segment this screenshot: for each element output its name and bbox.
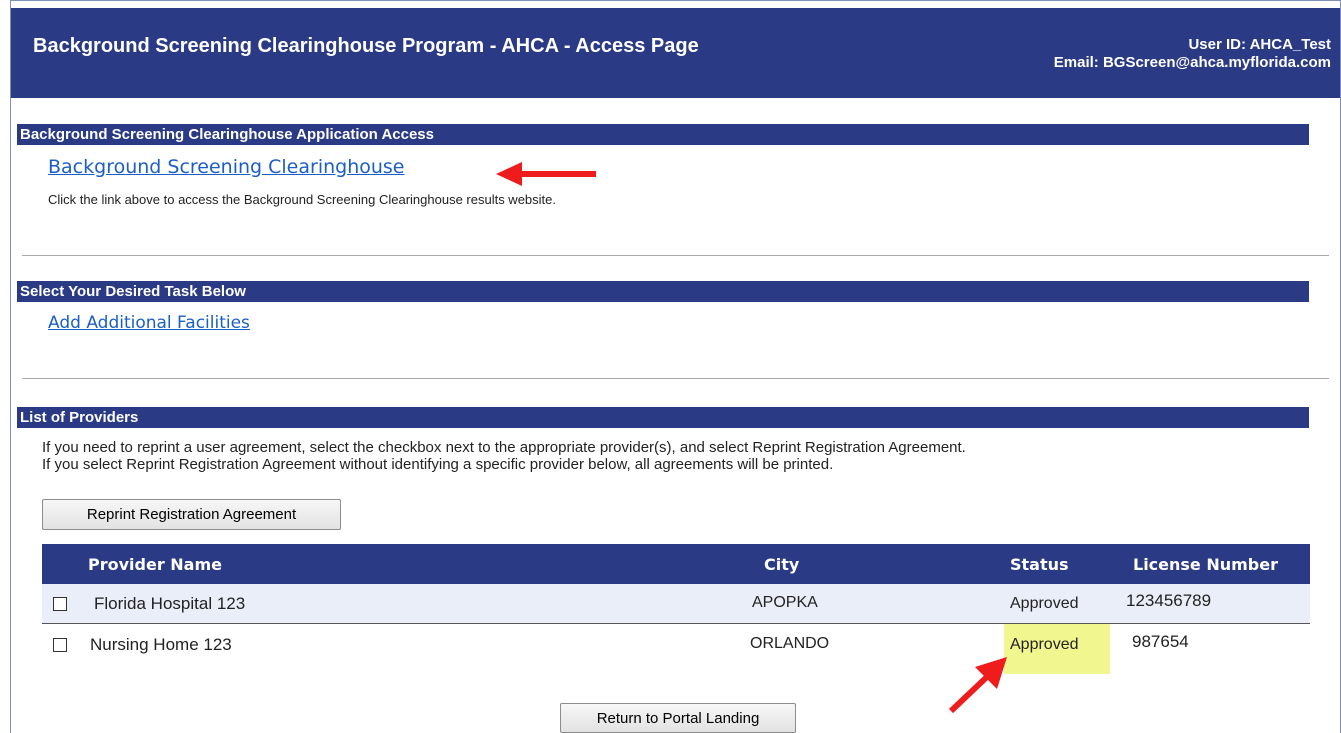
clearinghouse-link[interactable]: Background Screening Clearinghouse xyxy=(48,156,405,178)
provider-city: ORLANDO xyxy=(750,635,830,652)
column-header-city: City xyxy=(764,555,800,574)
table-row: Florida Hospital 123 APOPKA Approved 123… xyxy=(42,584,1310,624)
column-header-provider: Provider Name xyxy=(88,555,222,574)
provider-license: 987654 xyxy=(1132,632,1189,651)
access-section-heading: Background Screening Clearinghouse Appli… xyxy=(17,124,1309,145)
row-checkbox[interactable] xyxy=(53,638,67,652)
user-id: User ID: AHCA_Test xyxy=(1188,36,1331,53)
annotation-arrow-up-icon xyxy=(948,657,1007,714)
page-title: Background Screening Clearinghouse Progr… xyxy=(33,35,699,57)
provider-status: Approved xyxy=(1010,636,1079,653)
add-facilities-link[interactable]: Add Additional Facilities xyxy=(48,313,250,333)
provider-status: Approved xyxy=(1010,595,1079,612)
providers-section-heading: List of Providers xyxy=(17,407,1309,428)
annotation-arrow-left-icon xyxy=(496,162,596,186)
column-header-license: License Number xyxy=(1133,555,1278,574)
providers-table-header: Provider Name City Status License Number xyxy=(42,544,1310,584)
return-portal-button[interactable]: Return to Portal Landing xyxy=(560,703,796,733)
row-checkbox[interactable] xyxy=(53,597,67,611)
provider-city: APOPKA xyxy=(752,594,818,611)
section-divider xyxy=(22,378,1329,379)
provider-license: 123456789 xyxy=(1126,591,1212,610)
page-header: Background Screening Clearinghouse Progr… xyxy=(11,8,1340,98)
provider-name: Florida Hospital 123 xyxy=(94,594,246,613)
column-header-status: Status xyxy=(1010,555,1069,574)
user-info: User ID: AHCA_Test Email: BGScreen@ahca.… xyxy=(1054,36,1331,72)
reprint-agreement-button[interactable]: Reprint Registration Agreement xyxy=(42,499,341,530)
provider-name: Nursing Home 123 xyxy=(90,635,232,654)
section-divider xyxy=(22,255,1329,256)
table-row: Nursing Home 123 ORLANDO Approved 987654 xyxy=(42,625,1310,665)
user-email: Email: BGScreen@ahca.myflorida.com xyxy=(1053,54,1331,71)
instructions-line-2: If you select Reprint Registration Agree… xyxy=(42,456,834,473)
instructions-line-1: If you need to reprint a user agreement,… xyxy=(42,439,966,456)
access-helper-text: Click the link above to access the Backg… xyxy=(48,192,556,207)
task-section-heading: Select Your Desired Task Below xyxy=(17,281,1309,302)
